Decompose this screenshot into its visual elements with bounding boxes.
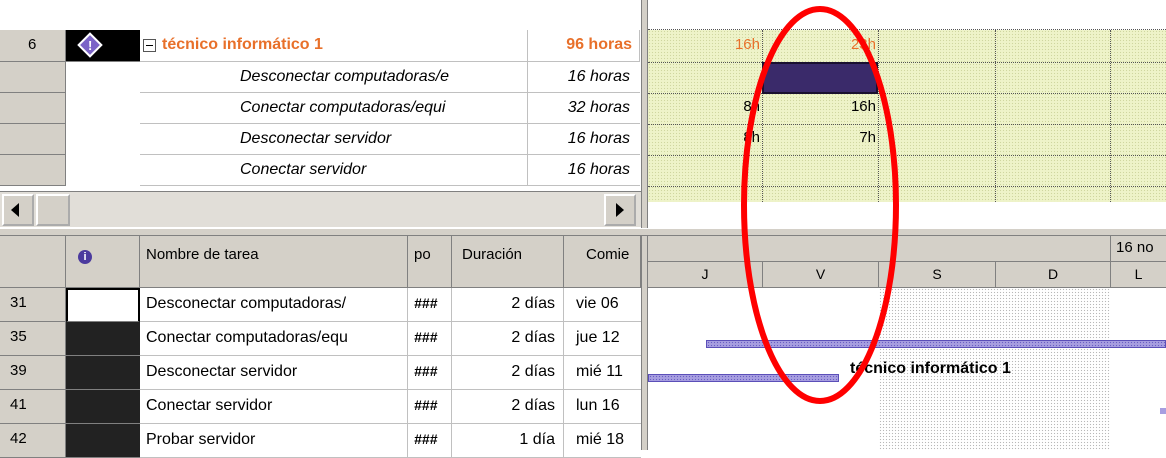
annotation-ellipse (741, 6, 899, 404)
